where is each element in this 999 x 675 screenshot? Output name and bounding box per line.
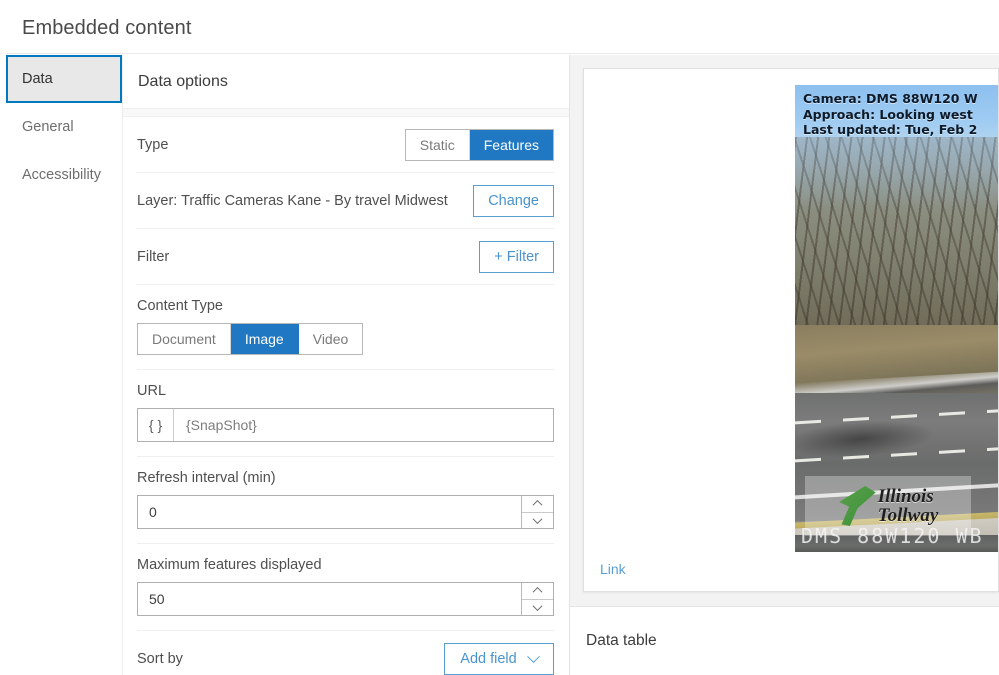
url-label: URL	[137, 383, 554, 399]
content-type-option-video[interactable]: Video	[299, 324, 363, 354]
embedded-content-preview-card: Camera: DMS 88W120 W Approach: Looking w…	[583, 68, 999, 592]
watermark-line-1: Illinois	[878, 486, 934, 507]
type-option-static[interactable]: Static	[406, 130, 470, 160]
filter-row: Filter + Filter	[137, 229, 554, 285]
stepper-up-icon[interactable]	[522, 583, 553, 600]
camera-overlay-line-2: Approach: Looking west	[803, 107, 999, 123]
panel-title: Data options	[138, 73, 228, 91]
chevron-down-icon	[527, 650, 540, 663]
content-type-option-image[interactable]: Image	[231, 324, 299, 354]
max-features-input[interactable]: 50	[138, 583, 521, 615]
type-segmented-control: Static Features	[405, 129, 554, 161]
sort-by-row: Sort by Add field	[137, 631, 554, 675]
page-title: Embedded content	[6, 17, 192, 40]
data-table-section: Data table	[570, 606, 999, 675]
refresh-interval-block: Refresh interval (min) 0	[137, 457, 554, 544]
content-type-segmented-control: Document Image Video	[137, 323, 363, 355]
sidebar-item-data[interactable]: Data	[6, 55, 122, 103]
content-type-block: Content Type Document Image Video	[137, 285, 554, 370]
url-input[interactable]: {SnapShot}	[174, 409, 553, 441]
sidebar-item-general[interactable]: General	[6, 103, 122, 151]
url-input-group: { } {SnapShot}	[137, 408, 554, 442]
panel-divider	[123, 108, 569, 117]
change-layer-button[interactable]: Change	[473, 185, 554, 217]
stepper-down-icon[interactable]	[522, 600, 553, 616]
refresh-interval-input-group: 0	[137, 495, 554, 529]
refresh-interval-label: Refresh interval (min)	[137, 470, 554, 486]
tollway-leaf-icon	[838, 486, 876, 526]
embedded-content-dialog: Embedded content Data General Accessibil…	[0, 0, 999, 675]
camera-caption: DMS 88W120 WB	[801, 524, 984, 548]
type-option-features[interactable]: Features	[470, 130, 553, 160]
type-row: Type Static Features	[137, 117, 554, 173]
refresh-interval-input[interactable]: 0	[138, 496, 521, 528]
add-filter-button[interactable]: + Filter	[479, 241, 554, 273]
data-options-panel: Data options Type Static Features Layer:…	[123, 55, 570, 675]
sidebar-item-accessibility[interactable]: Accessibility	[6, 151, 122, 199]
sidebar-item-label: Accessibility	[22, 167, 101, 183]
layer-label: Layer: Traffic Cameras Kane - By travel …	[137, 193, 448, 209]
refresh-interval-stepper	[521, 496, 553, 528]
data-table-heading: Data table	[586, 632, 657, 650]
settings-tab-rail: Data General Accessibility	[6, 55, 123, 675]
watermark-text: Illinois Tollway	[878, 487, 939, 525]
preview-link[interactable]: Link	[600, 561, 626, 577]
sidebar-item-label: Data	[22, 71, 53, 87]
stepper-down-icon[interactable]	[522, 513, 553, 529]
expression-braces-icon[interactable]: { }	[138, 409, 174, 441]
preview-pane: Camera: DMS 88W120 W Approach: Looking w…	[570, 55, 999, 675]
max-features-label: Maximum features displayed	[137, 557, 554, 573]
data-options-form: Type Static Features Layer: Traffic Came…	[123, 117, 569, 675]
url-block: URL { } {SnapShot}	[137, 370, 554, 457]
camera-overlay-line-1: Camera: DMS 88W120 W	[803, 91, 999, 107]
camera-info-overlay: Camera: DMS 88W120 W Approach: Looking w…	[803, 91, 999, 138]
watermark-line-2: Tollway	[878, 505, 939, 526]
sidebar-item-label: General	[22, 119, 74, 135]
camera-snapshot-image: Camera: DMS 88W120 W Approach: Looking w…	[795, 85, 999, 552]
max-features-input-group: 50	[137, 582, 554, 616]
treeline-region	[795, 137, 999, 337]
add-field-dropdown-button[interactable]: Add field	[444, 643, 554, 675]
filter-label: Filter	[137, 249, 169, 265]
add-field-label: Add field	[460, 651, 516, 667]
content-type-option-document[interactable]: Document	[138, 324, 231, 354]
max-features-stepper	[521, 583, 553, 615]
layer-row: Layer: Traffic Cameras Kane - By travel …	[137, 173, 554, 229]
content-type-label: Content Type	[137, 298, 554, 314]
type-label: Type	[137, 137, 168, 153]
dialog-header: Embedded content	[6, 4, 999, 54]
data-options-heading: Data options	[123, 55, 569, 108]
camera-overlay-line-3: Last updated: Tue, Feb 2	[803, 122, 999, 138]
sort-by-label: Sort by	[137, 651, 183, 667]
max-features-block: Maximum features displayed 50	[137, 544, 554, 631]
stepper-up-icon[interactable]	[522, 496, 553, 513]
